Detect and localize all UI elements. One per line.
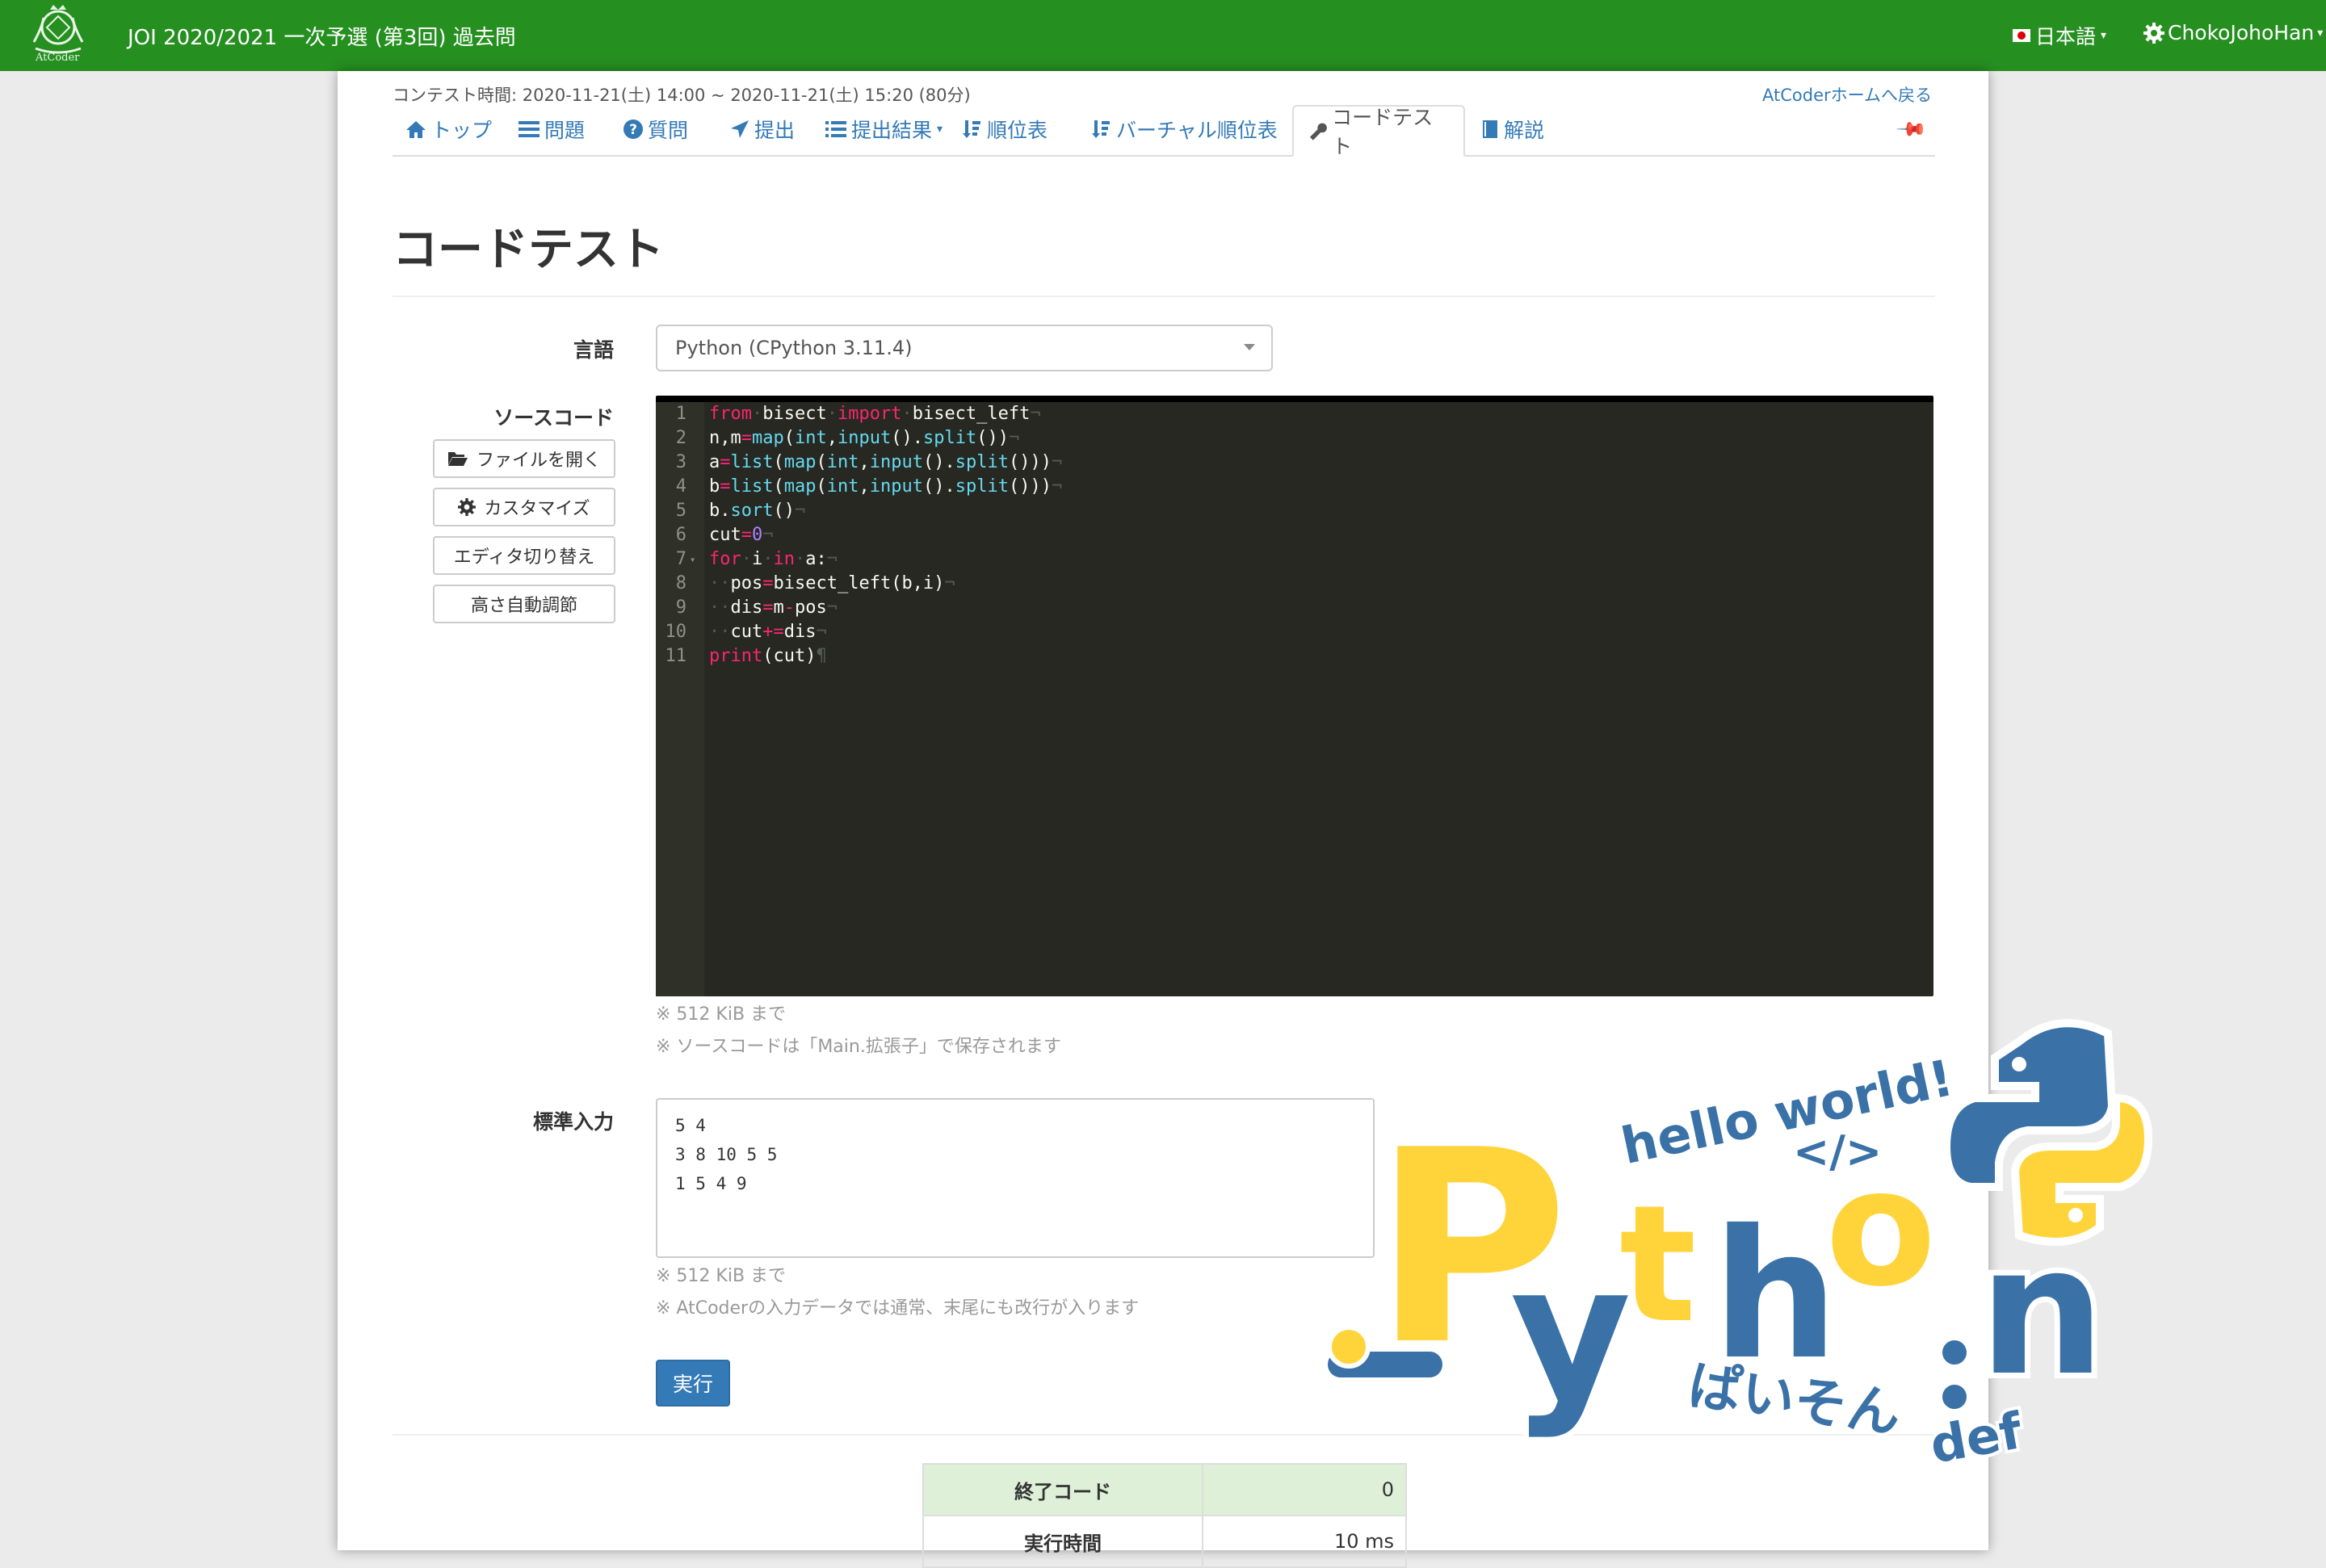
tab-label: 問題 [544,119,586,142]
language-select[interactable]: Python (CPython 3.11.4) [656,325,1273,371]
tab-label: 解説 [1504,119,1545,142]
customize-button[interactable]: カスタマイズ [433,488,615,526]
tab-label: バーチャル順位表 [1116,119,1278,142]
code-line: 3 a=list(map(int,input().split()))¬ [675,452,1063,472]
source-code-label: ソースコード [493,406,614,430]
run-button[interactable]: 実行 [656,1360,730,1407]
code-editor[interactable]: 1 from·bisect·import·bisect_left¬ 2 n,m=ma… [656,396,1933,996]
svg-text:?: ? [629,122,637,138]
code-line: 4 b=list(map(int,input().split()))¬ [675,476,1063,497]
tab-editorial[interactable]: 解説 [1481,103,1544,155]
result-value: 10 ms [1202,1515,1407,1568]
gear-icon [458,498,477,516]
sticker-kana-text: ぱいそん [1685,1354,1904,1445]
open-file-label: ファイルを開く [476,451,601,471]
language-select-value: Python (CPython 3.11.4) [675,337,913,359]
top-navbar: AtCoder JOI 2020/2021 一次予選 (第3回) 過去問 日本語… [0,0,2326,71]
list-icon [825,121,846,137]
question-icon: ? [623,119,643,139]
gear-icon [2143,22,2164,44]
stdin-size-limit: ※ 512 KiB まで [656,1266,787,1286]
tab-top[interactable]: トップ [405,103,492,155]
book-icon [1483,120,1497,138]
open-file-button[interactable]: ファイルを開く [433,439,615,478]
tab-label: 質問 [648,119,689,142]
tab-virtual-standings[interactable]: バーチャル順位表 [1092,103,1278,155]
caret-down-icon [1244,344,1255,350]
contest-nav-tabs: トップ 問題 ? 質問 提出 提出結果 ▾ 順位表 バーチャル順位表 コードテス… [393,103,1935,158]
sticker-dot [1938,1380,1971,1414]
sticker-dot [1327,1325,1371,1369]
result-key: 終了コード [922,1463,1203,1516]
page-title: コードテスト [393,224,664,276]
source-size-limit: ※ 512 KiB まで [656,1004,787,1025]
tab-label: 順位表 [987,119,1048,142]
tab-submit[interactable]: 提出 [730,103,795,155]
sticker-y-letter: y [1510,1226,1631,1441]
pin-icon[interactable]: 📌 [1896,113,1929,146]
tab-label: コードテスト [1332,106,1434,158]
sticker-o-letter: o [1825,1134,1936,1323]
caret-down-icon: ▾ [2317,26,2324,40]
send-icon [731,120,749,138]
code-line: 8 ··pos=bisect_left(b,i)¬ [675,573,955,593]
sort-icon [963,120,980,138]
home-icon [406,121,426,138]
code-line: 5 b.sort()¬ [675,501,806,521]
username: ChokoJohoHan [2168,21,2315,44]
tab-label: 提出 [754,119,796,142]
sticker-t-letter: t [1619,1171,1697,1359]
sort-icon [1092,120,1110,138]
code-line: 6 cut=0¬ [675,525,774,545]
tab-clarifications[interactable]: ? 質問 [623,103,688,155]
tab-submissions[interactable]: 提出結果 ▾ [825,103,943,155]
tab-code-test[interactable]: コードテスト [1292,105,1465,158]
language-dropdown[interactable]: 日本語 ▾ [2013,21,2106,50]
tab-tasks[interactable]: 問題 [519,103,585,155]
folder-open-icon [447,452,468,466]
auto-height-button[interactable]: 高さ自動調節 [433,585,615,623]
fold-arrow-icon[interactable]: ▾ [690,547,695,572]
tab-label: トップ [431,119,493,142]
sticker-def-text: def [1925,1401,2026,1475]
caret-down-icon: ▾ [2101,29,2107,42]
result-key: 実行時間 [922,1515,1203,1568]
wrench-icon [1309,123,1327,140]
stdin-note: ※ AtCoderの入力データでは通常、末尾にも改行が入ります [656,1298,1140,1319]
divider [393,296,1935,297]
code-line: 2 n,m=map(int,input().split())¬ [675,428,1020,448]
switch-editor-button[interactable]: エディタ切り替え [433,536,615,575]
japan-flag-icon [2013,29,2030,42]
code-line: 1 from·bisect·import·bisect_left¬ [675,404,1041,424]
source-save-note: ※ ソースコードは「Main.拡張子」で保存されます [656,1037,1061,1057]
code-line: 11 print(cut)¶ [665,646,827,666]
sticker-dot [1938,1335,1971,1369]
table-row: 実行時間 10 ms [922,1515,1407,1568]
code-line: 7 ▾ for·i·in·a:¬ [656,547,1933,572]
code-line: 9 ··dis=m-pos¬ [675,597,838,618]
tab-standings[interactable]: 順位表 [963,103,1048,155]
language-label: 言語 [573,338,614,362]
python-sticker-image: hello world! </> P y t h o n ぱいそん def [1321,1019,2153,1478]
tab-label: 提出結果 [851,119,933,142]
contest-title[interactable]: JOI 2020/2021 一次予選 (第3回) 過去問 [128,21,516,51]
stdin-label: 標準入力 [532,1110,614,1134]
code-line: 10 ··cut+=dis¬ [665,622,827,642]
user-dropdown[interactable]: ChokoJohoHan ▾ [2143,21,2323,44]
language-label: 日本語 [2035,25,2097,48]
sticker-n-letter: n [1979,1208,2106,1415]
customize-label: カスタマイズ [484,499,590,519]
stdin-textarea[interactable]: 5 4 3 8 10 5 5 1 5 4 9 [656,1098,1375,1258]
caret-down-icon: ▾ [937,123,943,136]
logo-text: AtCoder [36,52,80,64]
list-icon [519,121,540,137]
